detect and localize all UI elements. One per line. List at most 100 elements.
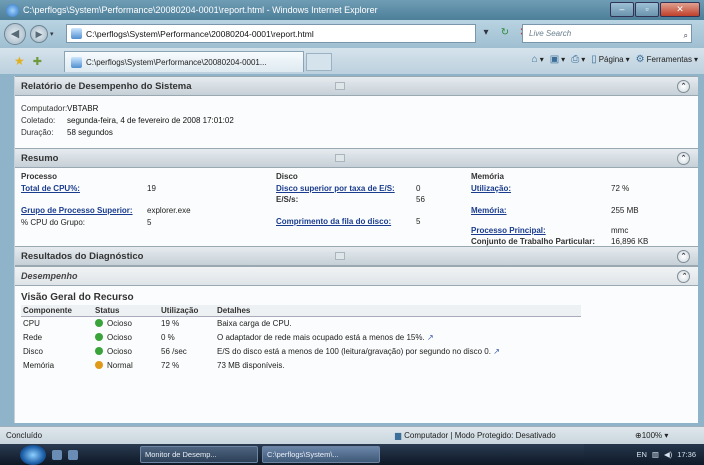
mem-util-link[interactable]: Utilização: xyxy=(471,184,611,193)
computer-icon: ▆ xyxy=(395,431,402,440)
details-text: E/S do disco está a menos de 100 (leitur… xyxy=(217,347,491,356)
feeds-button[interactable]: ▣ ▾ xyxy=(550,54,565,65)
top-disk-link[interactable]: Disco superior por taxa de E/S: xyxy=(276,184,416,193)
taskbar-item-label: C:\perflogs\System\... xyxy=(267,450,339,459)
home-button[interactable]: ⌂ ▾ xyxy=(532,54,544,65)
info-key: Duração: xyxy=(21,127,54,137)
working-set-label: Conjunto de Trabalho Particular: xyxy=(471,237,596,246)
page-menu-icon: ▯ xyxy=(591,54,597,65)
tab-report[interactable]: C:\perflogs\System\Performance\20080204-… xyxy=(64,51,304,72)
memory-link[interactable]: Memória: xyxy=(471,206,611,215)
tools-gear-icon: ⚙ xyxy=(635,54,645,65)
tools-menu[interactable]: ⚙ Ferramentas ▾ xyxy=(636,54,698,65)
collapse-icon[interactable]: ⌃ xyxy=(677,80,690,93)
print-icon: ⎙ xyxy=(571,54,580,65)
status-cell: Ocioso xyxy=(93,317,159,331)
summary-memory: Memória Utilização: 72 % Memória: 255 MB P… xyxy=(471,172,691,246)
performance-subheader[interactable]: Desempenho ⌃ xyxy=(15,266,698,286)
network-icon[interactable]: ▥ xyxy=(652,450,659,459)
search-input[interactable]: Live Search ⌕ xyxy=(522,24,692,43)
status-text: Ocioso xyxy=(107,333,132,342)
diagnostics-header[interactable]: Resultados do Diagnóstico ⌃ xyxy=(15,246,698,266)
column-header: Utilização xyxy=(159,305,215,317)
report-header[interactable]: Relatório de Desempenho do Sistema ⌃ xyxy=(15,76,698,96)
forward-button[interactable]: ▶ xyxy=(30,25,48,43)
print-button[interactable]: ⎙ ▾ xyxy=(571,54,585,65)
external-link-icon[interactable]: ↗ xyxy=(427,333,434,342)
top-disk-value: 0 xyxy=(416,184,421,193)
zone-text: Computador | Modo Protegido: Desativado xyxy=(404,431,556,440)
minimize-button[interactable]: – xyxy=(610,2,634,17)
feeds-icon: ▣ xyxy=(549,54,560,65)
taskbar-item-label: Monitor de Desemp... xyxy=(145,450,217,459)
language-indicator[interactable]: EN xyxy=(636,450,646,459)
status-bar: Concluído ▆ Computador | Modo Protegido: … xyxy=(0,426,704,444)
refresh-icon[interactable]: ↻ xyxy=(497,25,513,41)
address-field[interactable]: C:\perflogs\System\Performance\20080204-… xyxy=(66,24,476,43)
close-button[interactable]: ✕ xyxy=(660,2,700,17)
collapse-icon[interactable]: ⌃ xyxy=(677,152,690,165)
status-cell: Ocioso xyxy=(93,331,159,345)
clock[interactable]: 17:36 xyxy=(677,450,696,459)
details-cell: 73 MB disponíveis. xyxy=(217,361,285,370)
utilization-cell: 0 % xyxy=(161,333,175,342)
page-content[interactable]: Relatório de Desempenho do Sistema ⌃ Com… xyxy=(14,76,698,423)
zoom-control[interactable]: ⊕100% ▾ xyxy=(635,431,668,440)
quicklaunch-icon[interactable] xyxy=(68,449,78,460)
zoom-icon: ⊕ xyxy=(635,431,642,440)
mem-util-value: 72 % xyxy=(611,184,630,193)
top-group-value: explorer.exe xyxy=(147,206,191,215)
start-button[interactable] xyxy=(20,444,46,465)
collapse-icon[interactable]: ⌃ xyxy=(677,270,690,283)
volume-icon[interactable]: ◀) xyxy=(664,450,672,459)
details-cell: Baixa carga de CPU. xyxy=(217,319,292,329)
total-cpu-link[interactable]: Total de CPU%: xyxy=(21,184,147,193)
external-link-icon[interactable]: ↗ xyxy=(493,347,500,356)
header-grip-icon xyxy=(335,82,345,90)
security-zone[interactable]: ▆ Computador | Modo Protegido: Desativado xyxy=(395,431,556,440)
resource-overview-title: Visão Geral do Recurso xyxy=(21,292,134,303)
table-row: Memória Normal 72 % 73 MB disponíveis. xyxy=(21,359,581,373)
page-menu[interactable]: ▯ Página ▾ xyxy=(591,54,629,65)
window-titlebar: C:\perflogs\System\Performance\20080204-… xyxy=(0,0,704,20)
history-dropdown-icon[interactable]: ▾ xyxy=(50,30,54,38)
main-process-link[interactable]: Processo Principal: xyxy=(471,226,611,235)
ie-logo-icon xyxy=(6,3,19,17)
total-cpu-value: 19 xyxy=(147,184,156,193)
status-green-icon xyxy=(95,347,103,355)
process-heading: Processo xyxy=(21,172,58,181)
header-grip-icon xyxy=(335,154,345,162)
details-text: O adaptador de rede mais ocupado está a … xyxy=(217,333,425,342)
quicklaunch-icon[interactable] xyxy=(52,449,62,460)
status-text: Ocioso xyxy=(107,347,132,356)
collapse-icon[interactable]: ⌃ xyxy=(677,250,690,263)
address-dropdown-icon[interactable]: ▾ xyxy=(478,25,494,41)
info-value: segunda-feira, 4 de fevereiro de 2008 17… xyxy=(67,115,234,125)
maximize-button[interactable]: ▫ xyxy=(635,2,659,17)
report-title: Relatório de Desempenho do Sistema xyxy=(21,80,192,92)
taskbar-item-ie[interactable]: C:\perflogs\System\... xyxy=(262,446,380,463)
back-button[interactable]: ◀ xyxy=(4,23,26,45)
status-cell: Ocioso xyxy=(93,345,159,359)
page-menu-label: Página xyxy=(598,55,624,64)
summary-header[interactable]: Resumo ⌃ xyxy=(15,148,698,168)
performance-title: Desempenho xyxy=(21,271,78,281)
search-icon[interactable]: ⌕ xyxy=(684,27,688,44)
memory-heading: Memória xyxy=(471,172,504,181)
taskbar-item-perfmon[interactable]: Monitor de Desemp... xyxy=(140,446,258,463)
info-key: Computador: xyxy=(21,103,68,113)
new-tab-button[interactable] xyxy=(306,53,332,71)
diagnostics-title: Resultados do Diagnóstico xyxy=(21,250,144,262)
tab-page-icon xyxy=(71,56,82,68)
tools-menu-label: Ferramentas xyxy=(646,55,692,64)
disk-queue-link[interactable]: Comprimento da fila do disco: xyxy=(276,217,416,226)
component-cell: Disco xyxy=(23,347,44,356)
top-group-link[interactable]: Grupo de Processo Superior: xyxy=(21,206,147,215)
memory-value: 255 MB xyxy=(611,206,639,215)
status-text: Normal xyxy=(107,361,133,370)
add-favorites-icon[interactable]: ✚ xyxy=(33,55,42,68)
address-url: C:\perflogs\System\Performance\20080204-… xyxy=(86,28,314,39)
table-row: CPU Ocioso 19 % Baixa carga de CPU. xyxy=(21,317,581,331)
favorites-star-icon[interactable]: ★ xyxy=(14,54,25,68)
taskbar: Monitor de Desemp... C:\perflogs\System\… xyxy=(0,444,704,465)
